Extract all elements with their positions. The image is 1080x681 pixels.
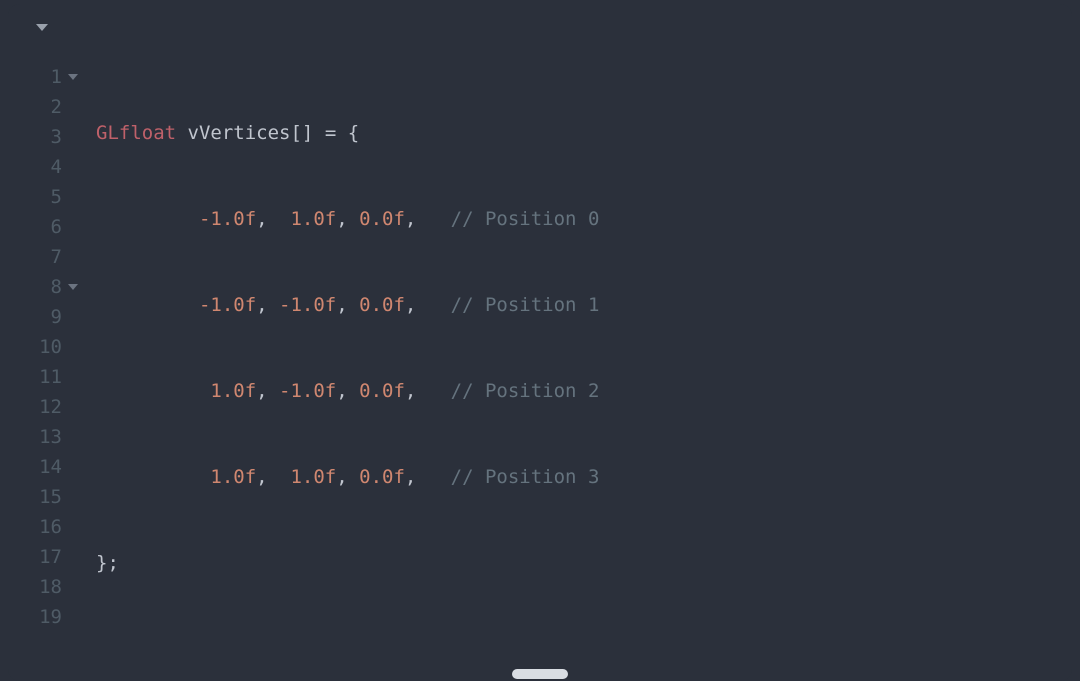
line-number-gutter: 1 2 3 4 5 6 7 8 9 10 11 12 13 14 15 16 1… bbox=[8, 62, 68, 681]
line-number: 19 bbox=[8, 602, 62, 632]
line-number: 10 bbox=[8, 332, 62, 362]
code-line[interactable]: 1.0f, 1.0f, 0.0f, // Position 3 bbox=[96, 462, 920, 492]
line-number: 14 bbox=[8, 452, 62, 482]
code-line[interactable]: 1.0f, -1.0f, 0.0f, // Position 2 bbox=[96, 376, 920, 406]
line-number: 15 bbox=[8, 482, 62, 512]
line-number: 8 bbox=[8, 272, 62, 302]
line-number: 2 bbox=[8, 92, 62, 122]
editor-toolbar bbox=[8, 4, 1072, 52]
line-number: 1 bbox=[8, 62, 62, 92]
code-area[interactable]: 1 2 3 4 5 6 7 8 9 10 11 12 13 14 15 16 1… bbox=[8, 52, 1072, 681]
chevron-down-icon[interactable] bbox=[36, 24, 48, 31]
line-number: 5 bbox=[8, 182, 62, 212]
line-number: 11 bbox=[8, 362, 62, 392]
code-line[interactable]: -1.0f, 1.0f, 0.0f, // Position 0 bbox=[96, 204, 920, 234]
line-number: 9 bbox=[8, 302, 62, 332]
horizontal-scroll-handle[interactable] bbox=[512, 669, 568, 679]
line-number: 6 bbox=[8, 212, 62, 242]
line-number: 4 bbox=[8, 152, 62, 182]
line-number: 13 bbox=[8, 422, 62, 452]
code-content[interactable]: GLfloat vVertices[] = { -1.0f, 1.0f, 0.0… bbox=[68, 62, 920, 681]
code-line[interactable]: -1.0f, -1.0f, 0.0f, // Position 1 bbox=[96, 290, 920, 320]
line-number: 18 bbox=[8, 572, 62, 602]
code-line[interactable]: }; bbox=[96, 548, 920, 578]
code-line[interactable] bbox=[96, 634, 920, 664]
line-number: 3 bbox=[8, 122, 62, 152]
line-number: 7 bbox=[8, 242, 62, 272]
code-line[interactable]: GLfloat vVertices[] = { bbox=[96, 118, 920, 148]
editor-frame: 1 2 3 4 5 6 7 8 9 10 11 12 13 14 15 16 1… bbox=[0, 0, 1080, 681]
fold-icon[interactable] bbox=[68, 74, 78, 80]
line-number: 12 bbox=[8, 392, 62, 422]
code-editor: 1 2 3 4 5 6 7 8 9 10 11 12 13 14 15 16 1… bbox=[8, 4, 1072, 681]
fold-icon[interactable] bbox=[68, 284, 78, 290]
line-number: 17 bbox=[8, 542, 62, 572]
line-number: 16 bbox=[8, 512, 62, 542]
